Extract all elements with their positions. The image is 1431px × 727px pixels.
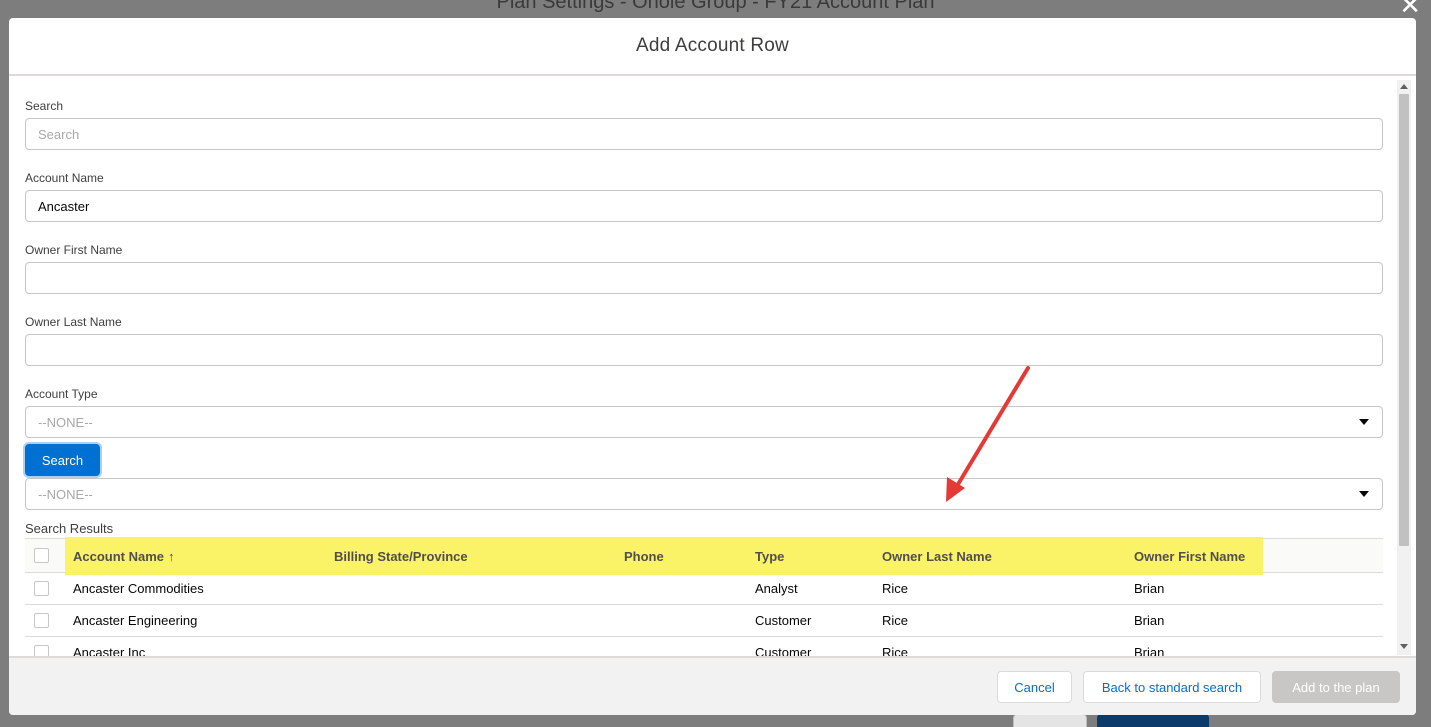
table-row: Ancaster Inc Customer Rice Brian bbox=[25, 637, 1383, 658]
cell-owner-last-name: Rice bbox=[882, 613, 909, 628]
cell-owner-first-name: Brian bbox=[1134, 581, 1165, 596]
cell-type: Customer bbox=[755, 645, 812, 658]
scroll-down-arrow-icon[interactable] bbox=[1400, 644, 1408, 649]
cell-owner-last-name: Rice bbox=[882, 581, 909, 596]
column-header-owner-first-name[interactable]: Owner First Name bbox=[1134, 539, 1245, 574]
search-input[interactable] bbox=[25, 118, 1383, 150]
scroll-up-arrow-icon[interactable] bbox=[1400, 84, 1408, 89]
column-header-account-name[interactable]: Account Name ↑ bbox=[73, 539, 175, 574]
select-all-checkbox[interactable] bbox=[34, 548, 49, 563]
account-type-label: Account Type bbox=[25, 387, 98, 401]
sort-ascending-icon: ↑ bbox=[168, 549, 175, 564]
search-button[interactable]: Search bbox=[25, 444, 100, 476]
search-results-label: Search Results bbox=[25, 521, 114, 536]
owner-first-name-field: Owner First Name bbox=[25, 242, 1383, 294]
owner-last-name-field: Owner Last Name bbox=[25, 314, 1383, 366]
modal-scrollbar[interactable] bbox=[1397, 80, 1411, 655]
column-header-phone[interactable]: Phone bbox=[624, 539, 664, 574]
backdrop-primary-button bbox=[1097, 714, 1209, 727]
modal-title: Add Account Row bbox=[636, 35, 789, 56]
add-to-plan-button[interactable]: Add to the plan bbox=[1272, 671, 1400, 703]
add-account-row-modal: Add Account Row Search Account Name Owne… bbox=[9, 18, 1416, 715]
close-icon[interactable]: ✕ bbox=[1399, 0, 1421, 18]
caret-down-icon bbox=[1359, 419, 1369, 425]
backdrop-page-title: Plan Settings - Onole Group - FY21 Accou… bbox=[496, 0, 935, 13]
account-type-select[interactable]: --NONE-- bbox=[25, 406, 1383, 438]
industry-select[interactable]: --NONE-- bbox=[25, 478, 1383, 510]
caret-down-icon bbox=[1359, 491, 1369, 497]
scrollbar-thumb[interactable] bbox=[1399, 94, 1409, 546]
cell-type: Customer bbox=[755, 613, 812, 628]
modal-body: Search Account Name Owner First Name Own… bbox=[9, 76, 1416, 658]
account-name-input[interactable] bbox=[25, 190, 1383, 222]
search-results-table: Account Name ↑ Billing State/Province Pho… bbox=[25, 537, 1383, 658]
column-header-owner-last-name[interactable]: Owner Last Name bbox=[882, 539, 992, 574]
owner-last-name-label: Owner Last Name bbox=[25, 315, 122, 329]
column-header-billing-state[interactable]: Billing State/Province bbox=[334, 539, 468, 574]
cell-type: Analyst bbox=[755, 581, 798, 596]
account-type-selected-value: --NONE-- bbox=[38, 414, 93, 430]
search-field: Search bbox=[25, 98, 1383, 150]
cell-owner-first-name: Brian bbox=[1134, 645, 1165, 658]
header-highlight-annotation bbox=[65, 537, 1263, 575]
back-to-standard-search-button[interactable]: Back to standard search bbox=[1083, 671, 1261, 703]
row-checkbox[interactable] bbox=[34, 613, 49, 628]
owner-last-name-input[interactable] bbox=[25, 334, 1383, 366]
industry-field: Industry --NONE-- bbox=[25, 458, 1383, 510]
account-name-field: Account Name bbox=[25, 170, 1383, 222]
cell-account-name: Ancaster Inc bbox=[73, 645, 146, 658]
modal-footer: Cancel Back to standard search Add to th… bbox=[9, 656, 1416, 715]
industry-selected-value: --NONE-- bbox=[38, 486, 93, 502]
cell-owner-first-name: Brian bbox=[1134, 613, 1165, 628]
account-type-field: Account Type --NONE-- bbox=[25, 386, 1383, 438]
cell-owner-last-name: Rice bbox=[882, 645, 909, 658]
owner-first-name-label: Owner First Name bbox=[25, 243, 123, 257]
column-header-account-name-label: Account Name bbox=[73, 549, 165, 564]
backdrop-secondary-button bbox=[1013, 714, 1087, 727]
search-form: Search Account Name Owner First Name Own… bbox=[25, 98, 1383, 530]
industry-label: Industry bbox=[25, 458, 1383, 474]
owner-first-name-input[interactable] bbox=[25, 262, 1383, 294]
row-checkbox[interactable] bbox=[34, 581, 49, 596]
table-row: Ancaster Commodities Analyst Rice Brian bbox=[25, 573, 1383, 605]
search-label: Search bbox=[25, 99, 64, 113]
table-row: Ancaster Engineering Customer Rice Brian bbox=[25, 605, 1383, 637]
table-header-row: Account Name ↑ Billing State/Province Pho… bbox=[25, 537, 1383, 575]
cancel-button[interactable]: Cancel bbox=[997, 671, 1072, 703]
column-header-type[interactable]: Type bbox=[755, 539, 784, 574]
cell-account-name: Ancaster Commodities bbox=[73, 581, 204, 596]
modal-header: Add Account Row bbox=[9, 18, 1416, 76]
cell-account-name: Ancaster Engineering bbox=[73, 613, 198, 628]
account-name-label: Account Name bbox=[25, 171, 104, 185]
